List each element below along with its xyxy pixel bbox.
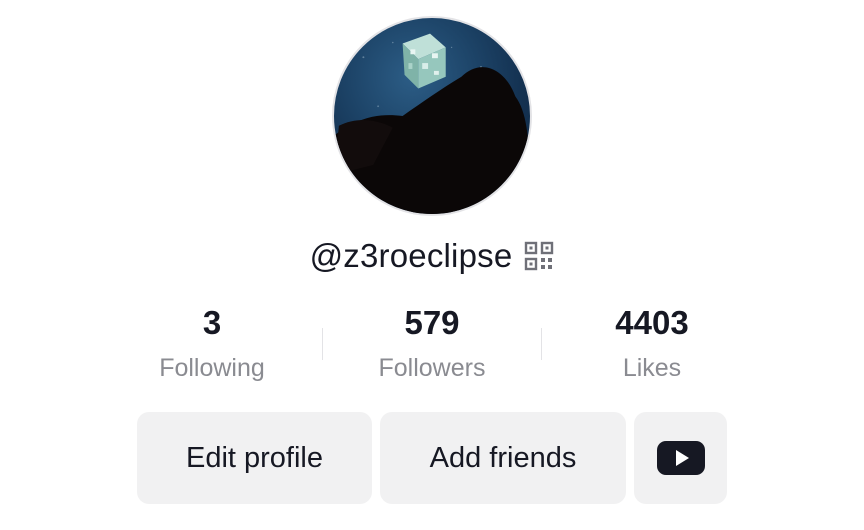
following-label: Following xyxy=(159,354,265,382)
edit-profile-button[interactable]: Edit profile xyxy=(137,412,372,504)
avatar-image xyxy=(334,33,530,214)
youtube-icon xyxy=(656,441,705,475)
stat-followers[interactable]: 579 Followers xyxy=(322,300,542,390)
stat-likes[interactable]: 4403 Likes xyxy=(542,300,762,390)
profile-stats: 3 Following 579 Followers 4403 Likes xyxy=(102,300,762,390)
username-row: @z3roeclipse xyxy=(0,234,864,278)
followers-label: Followers xyxy=(378,354,486,382)
qr-code-icon[interactable] xyxy=(524,241,554,271)
stat-following[interactable]: 3 Following xyxy=(102,300,322,390)
following-count: 3 xyxy=(202,304,222,341)
youtube-button[interactable] xyxy=(634,412,727,504)
username: @z3roeclipse xyxy=(309,237,513,274)
likes-count: 4403 xyxy=(615,304,689,341)
likes-label: Likes xyxy=(622,354,682,382)
followers-count: 579 xyxy=(404,304,460,341)
avatar[interactable] xyxy=(332,16,532,216)
add-friends-button[interactable]: Add friends xyxy=(380,412,626,504)
